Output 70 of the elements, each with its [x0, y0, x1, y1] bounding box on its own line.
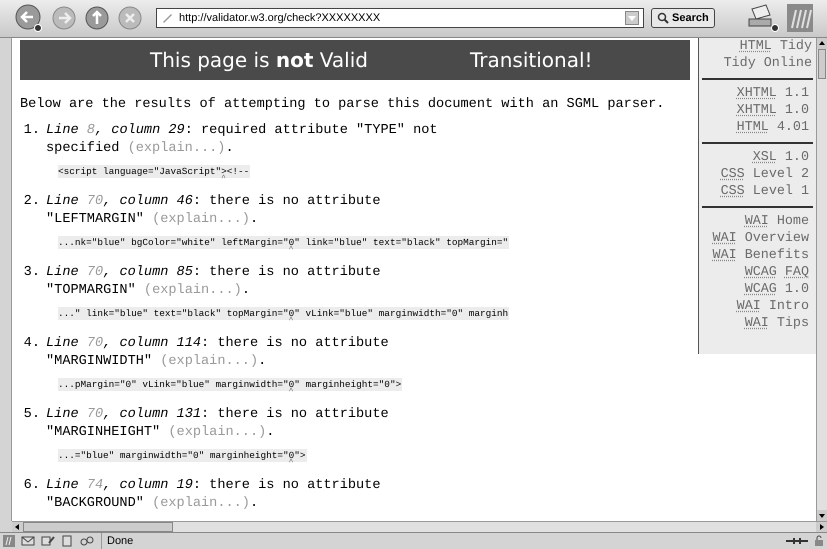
- vertical-scrollbar[interactable]: [816, 38, 827, 520]
- mail-icon[interactable]: [21, 534, 35, 547]
- search-button[interactable]: Search: [651, 8, 715, 28]
- sidebar-link[interactable]: CSS Level 1: [702, 182, 813, 200]
- explain-link[interactable]: (explain...): [152, 212, 250, 227]
- sidebar-link[interactable]: XHTML 1.0: [702, 102, 813, 119]
- page-icon: [161, 12, 173, 24]
- error-message: Line 70, column 46: there is no attribute "LEFTMARGIN" (explain...).: [46, 192, 382, 229]
- status-text: Done: [101, 532, 134, 549]
- line-link[interactable]: 74: [86, 478, 104, 493]
- list-number: 3.: [22, 264, 40, 282]
- error-message: Line 70, column 131: there is no attribute "MARGINHEIGHT" (explain...).: [46, 406, 390, 442]
- code-snippet: ...nk="blue" bgColor="white" leftMargin="0" link="blue" text="black" topMargin=" ^: [58, 236, 510, 249]
- error-message: Line 74, column 19: there is no attribute "BACKGROUND" (explain...).: [46, 476, 382, 513]
- line-link[interactable]: 70: [86, 336, 104, 351]
- scroll-down-icon[interactable]: [817, 510, 827, 520]
- explain-link[interactable]: (explain...): [160, 354, 258, 369]
- sidebar-link[interactable]: Tidy Online: [699, 54, 816, 72]
- url-text: http://validator.w3.org/check?XXXXXXXX: [179, 11, 382, 26]
- chat-icon[interactable]: [79, 534, 95, 547]
- editor-icon[interactable]: [41, 534, 55, 547]
- list-number: 2.: [22, 192, 40, 211]
- stop-icon[interactable]: [117, 5, 143, 32]
- reload-icon[interactable]: [84, 5, 110, 32]
- banner-title: This page is not Valid: [150, 50, 368, 69]
- sidebar-link[interactable]: HTML Tidy: [699, 38, 816, 55]
- sidebar-link[interactable]: WAI Overview: [702, 230, 813, 247]
- list-number: 1.: [22, 122, 40, 140]
- explain-link[interactable]: (explain...): [144, 282, 242, 298]
- browser-logo-icon[interactable]: [787, 4, 813, 32]
- scroll-right-icon[interactable]: [816, 522, 827, 532]
- banner-doctype: Transitional!: [470, 50, 593, 69]
- error-message: Line 70, column 85: there is no attribute "TOPMARGIN" (explain...).: [46, 264, 382, 300]
- list-number: 5.: [22, 406, 40, 424]
- scroll-up-icon[interactable]: [817, 38, 827, 49]
- search-icon: [657, 12, 669, 24]
- error-message: Line 8, column 29: required attribute "TYPE" not specified (explain...).: [46, 122, 439, 158]
- sidebar-link[interactable]: WCAG FAQ: [702, 264, 813, 281]
- sidebar-link[interactable]: HTML 4.01: [702, 118, 813, 136]
- line-link[interactable]: 70: [86, 406, 104, 422]
- printer-icon[interactable]: [746, 3, 780, 34]
- list-number: 6.: [22, 476, 40, 495]
- sidebar-link[interactable]: CSS Level 2: [702, 166, 813, 183]
- dropdown-icon[interactable]: [625, 11, 639, 26]
- sidebar-link[interactable]: XSL 1.0: [702, 148, 813, 166]
- sidebar-link[interactable]: WCAG 1.0: [702, 280, 813, 298]
- scroll-left-icon[interactable]: [12, 522, 23, 532]
- address-book-icon[interactable]: [61, 534, 73, 547]
- back-icon[interactable]: [14, 3, 44, 34]
- list-number: 4.: [22, 334, 40, 353]
- code-snippet: ..." link="blue" text="black" topMargin="0" vLink="blue" marginwidth="0" marginh ^: [58, 306, 510, 320]
- sidebar-link[interactable]: WAI Home: [702, 212, 813, 230]
- intro-text: Below are the results of attempting to parse this document with an SGML parser.: [20, 96, 666, 114]
- horizontal-scrollbar[interactable]: [12, 520, 827, 532]
- sidebar-link[interactable]: XHTML 1.1: [702, 84, 813, 102]
- address-field[interactable]: http://validator.w3.org/check?XXXXXXXX: [156, 8, 644, 28]
- sidebar-link[interactable]: WAI Benefits: [702, 246, 813, 264]
- sidebar-link[interactable]: WAI Tips: [702, 314, 813, 332]
- scroll-thumb[interactable]: [23, 522, 173, 532]
- error-message: Line 70, column 114: there is no attribute "MARGINWIDTH" (explain...).: [46, 334, 390, 371]
- explain-link[interactable]: (explain...): [168, 424, 266, 440]
- explain-link[interactable]: (explain...): [152, 496, 250, 511]
- scroll-thumb[interactable]: [818, 48, 826, 79]
- line-link[interactable]: 8: [86, 122, 95, 138]
- sidebar-link[interactable]: WAI Intro: [702, 298, 813, 315]
- explain-link[interactable]: (explain...): [128, 140, 226, 156]
- line-link[interactable]: 70: [86, 194, 104, 209]
- forward-icon[interactable]: [51, 5, 77, 32]
- line-link[interactable]: 70: [86, 264, 104, 280]
- connection-icon: [786, 536, 808, 546]
